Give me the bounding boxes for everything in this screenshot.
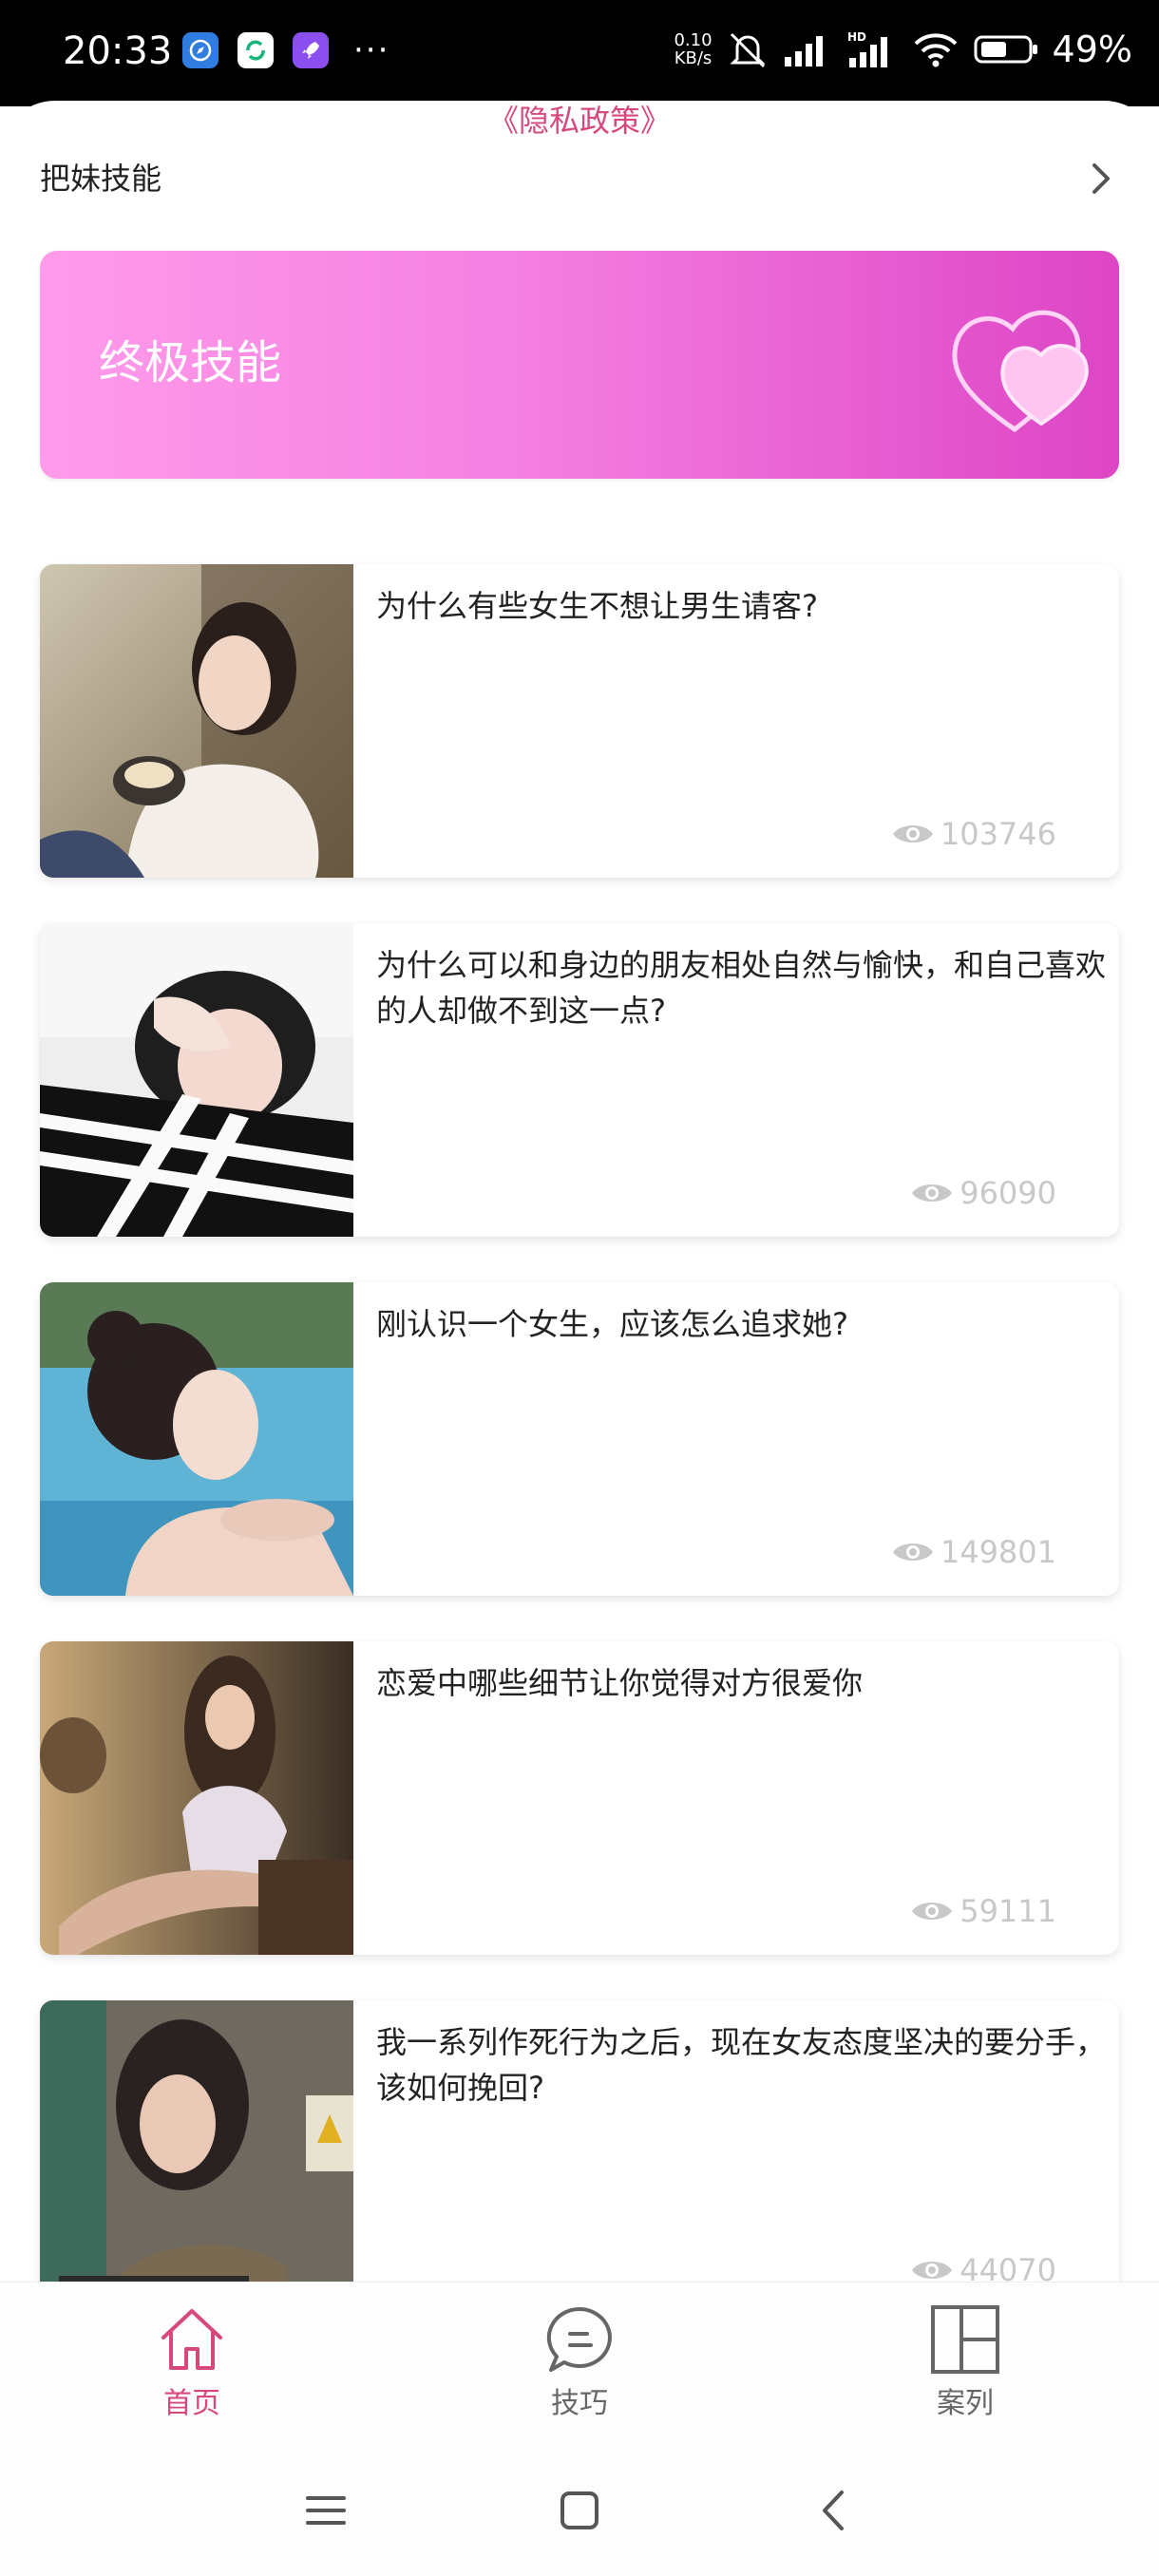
cellular-hd-signal-icon: HD (847, 30, 887, 67)
status-system-icons: 0.10 KB/s HD 49% (674, 27, 1132, 72)
tab-home[interactable]: 首页 (97, 2301, 287, 2423)
view-count: 59111 (910, 1892, 1056, 1930)
article-title: 为什么有些女生不想让男生请客? (376, 588, 818, 624)
network-speed: 0.10 KB/s (674, 30, 712, 68)
battery-icon (974, 35, 1037, 64)
article-title: 恋爱中哪些细节让你觉得对方很爱你 (376, 1665, 864, 1701)
section-title: 把妹技能 (40, 161, 162, 197)
article-thumbnail (40, 923, 353, 1237)
status-time: 20:33 (63, 29, 173, 73)
ultimate-skills-banner[interactable]: 终极技能 (40, 251, 1119, 479)
eye-icon (892, 1544, 933, 1561)
tab-home-label: 首页 (163, 2387, 220, 2420)
chevron-right-icon[interactable] (1087, 158, 1115, 199)
menu-icon[interactable] (302, 2487, 350, 2534)
eye-icon (912, 1903, 953, 1920)
back-icon[interactable] (811, 2487, 859, 2534)
status-notification-icons: ··· (182, 32, 390, 68)
eye-icon (912, 2262, 953, 2279)
article-card[interactable]: 恋爱中哪些细节让你觉得对方很爱你 59111 (40, 1641, 1119, 1955)
article-thumbnail (40, 2000, 353, 2314)
home-button-icon[interactable] (556, 2487, 603, 2534)
view-count: 149801 (891, 1533, 1056, 1571)
tab-cases[interactable]: 案列 (870, 2301, 1060, 2423)
mute-icon (729, 32, 766, 68)
heart-icon (952, 310, 1089, 433)
view-count: 96090 (910, 1174, 1056, 1212)
cellular-signal-icon (784, 36, 823, 66)
article-thumbnail (40, 564, 353, 878)
article-thumbnail (40, 1641, 353, 1955)
layout-grid-icon (931, 2305, 999, 2374)
battery-percentage: 49% (1052, 28, 1132, 70)
article-title: 我一系列作死行为之后，现在女友态度坚决的要分手，该如何挽回? (376, 2024, 1107, 2106)
status-bar: 20:33 ··· 0.10 KB/s HD 49% (0, 0, 1159, 106)
view-count-value: 96090 (960, 1175, 1056, 1211)
compass-app-icon (182, 32, 218, 68)
privacy-policy-link[interactable]: 《隐私政策》 (0, 100, 1159, 142)
view-count-value: 59111 (960, 1893, 1056, 1929)
eye-icon (912, 1184, 953, 1202)
skills-header-row[interactable]: 把妹技能 (40, 152, 1115, 205)
tab-tips-label: 技巧 (551, 2387, 608, 2420)
view-count-value: 103746 (940, 816, 1056, 852)
article-thumbnail (40, 1282, 353, 1596)
tab-tips[interactable]: 技巧 (484, 2301, 674, 2423)
refresh-app-icon (238, 32, 274, 68)
article-card[interactable]: 为什么可以和身边的朋友相处自然与愉快，和自己喜欢的人却做不到这一点? 96090 (40, 923, 1119, 1237)
view-count: 103746 (891, 815, 1056, 853)
wifi-icon (914, 33, 957, 67)
rocket-app-icon (293, 32, 329, 68)
more-notifications-icon: ··· (353, 31, 390, 69)
view-count-value: 149801 (940, 1534, 1056, 1570)
bottom-navigation: 首页 技巧 案列 (0, 2282, 1159, 2453)
article-title: 为什么可以和身边的朋友相处自然与愉快，和自己喜欢的人却做不到这一点? (376, 947, 1107, 1029)
tab-cases-label: 案列 (937, 2387, 994, 2420)
home-icon (162, 2309, 222, 2370)
system-navigation-bar (0, 2453, 1159, 2576)
article-card[interactable]: 为什么有些女生不想让男生请客? 103746 (40, 564, 1119, 878)
eye-icon (892, 825, 933, 843)
article-card[interactable]: 我一系列作死行为之后，现在女友态度坚决的要分手，该如何挽回? 44070 (40, 2000, 1119, 2314)
banner-title: 终极技能 (99, 336, 282, 389)
article-card[interactable]: 刚认识一个女生，应该怎么追求她? 149801 (40, 1282, 1119, 1596)
chat-bubble-icon (546, 2306, 612, 2372)
svg-text:HD: HD (847, 30, 866, 44)
article-title: 刚认识一个女生，应该怎么追求她? (376, 1306, 848, 1342)
